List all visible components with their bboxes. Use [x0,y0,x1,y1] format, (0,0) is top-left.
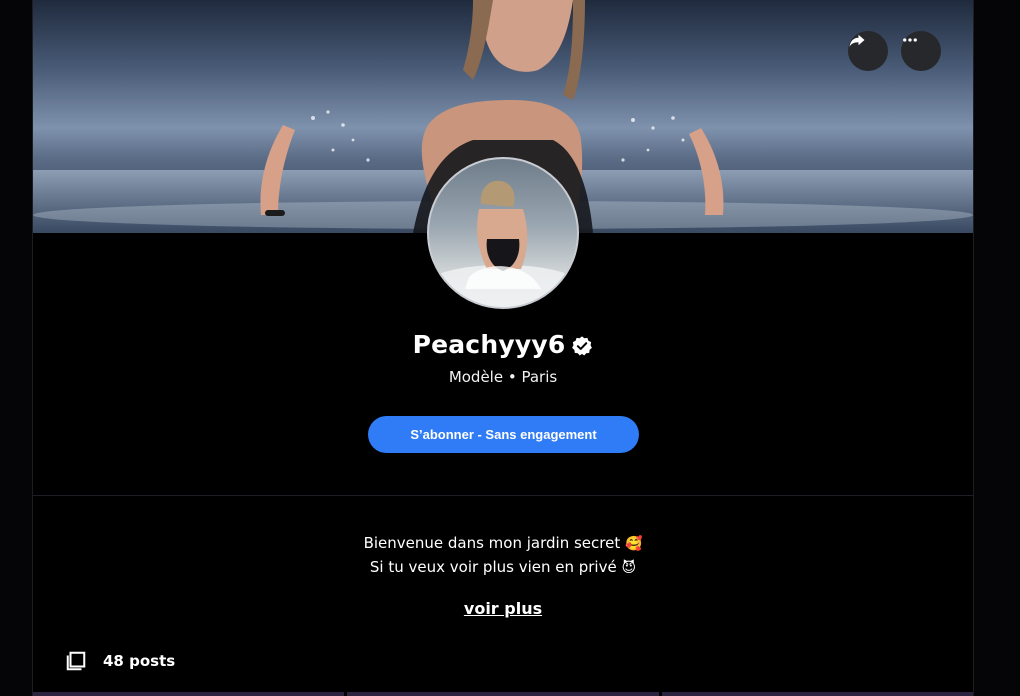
profile-name-row: Peachyyy6 [33,330,973,359]
posts-count-row[interactable]: 48 posts [65,650,175,672]
more-options-button[interactable] [901,31,941,71]
verified-badge-icon [572,336,593,356]
posts-count-label: 48 posts [103,652,176,670]
bio-line-2-text: Si tu veux voir plus vien en privé [369,558,617,576]
profile-name: Peachyyy6 [412,330,566,359]
posts-grid-preview [33,692,973,696]
share-button[interactable] [848,31,888,71]
posts-gallery-icon [66,651,86,671]
share-icon [849,34,865,47]
section-divider [33,495,973,496]
bio-line-1-text: Bienvenue dans mon jardin secret [363,534,621,552]
see-more-link[interactable]: voir plus [33,599,973,618]
bio-line-1: Bienvenue dans mon jardin secret 🥰 [33,534,973,552]
smiling-hearts-emoji-icon: 🥰 [624,536,643,552]
post-thumbnail[interactable] [661,692,973,696]
post-thumbnail[interactable] [347,692,659,696]
post-thumbnail[interactable] [33,692,345,696]
subscribe-button[interactable]: S’abonner - Sans engagement [368,416,639,453]
smiling-devil-emoji-icon: 😈 [621,560,637,576]
profile-subtitle: Modèle • Paris [448,368,558,386]
more-horizontal-icon [903,38,917,42]
profile-page: Peachyyy6 Modèle • Paris S’abonner - San… [32,0,974,696]
bio-line-2: Si tu veux voir plus vien en privé 😈 [33,558,973,576]
avatar[interactable] [427,157,579,309]
avatar-photo-illustration [429,180,577,307]
